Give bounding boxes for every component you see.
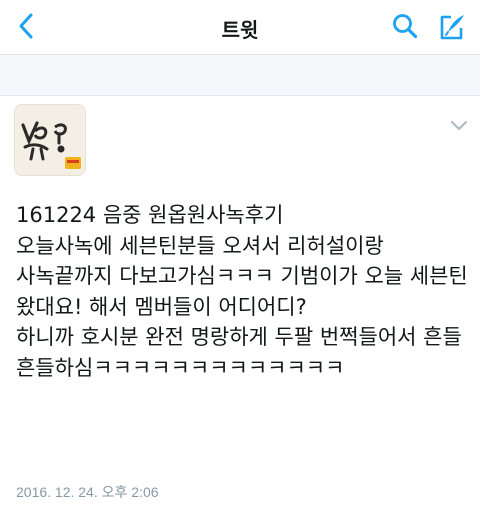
timeline-separator [0,55,480,96]
avatar-image [15,105,85,175]
chevron-down-icon[interactable] [448,118,470,134]
compose-tweet-icon [440,15,464,40]
search-button[interactable] [388,9,422,43]
compose-tweet-button[interactable] [434,9,470,45]
top-navigation-bar: 트윗 [0,0,480,55]
search-icon [393,14,418,39]
tweet-timestamp: 2016. 12. 24. 오후 2:06 [16,484,159,500]
tweet-text: 161224 음중 원옵원사녹후기 오늘사녹에 세븐틴분들 오셔서 리허설이랑 … [16,203,468,380]
avatar[interactable] [14,104,86,176]
